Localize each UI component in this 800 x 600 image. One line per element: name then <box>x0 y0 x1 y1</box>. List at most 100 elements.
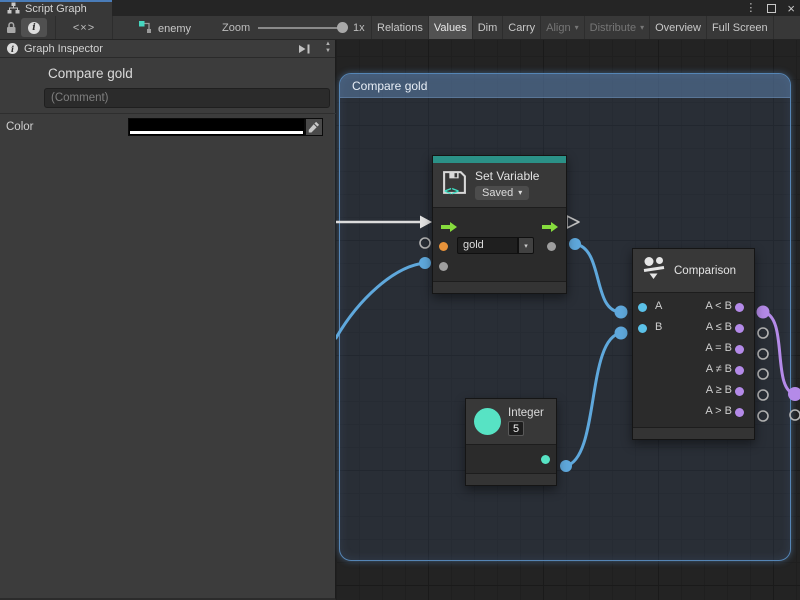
integer-out-port[interactable] <box>541 455 550 464</box>
relations-button[interactable]: Relations <box>371 16 429 39</box>
eyedropper-button[interactable] <box>305 118 323 136</box>
color-field-label: Color <box>6 121 33 133</box>
unconnected-port-circle[interactable] <box>790 410 800 420</box>
node-footer <box>466 473 556 485</box>
graph-name: enemy <box>158 23 191 35</box>
tab-bar: Script Graph ⋮ × <box>0 0 800 16</box>
graph-title: Compare gold <box>48 66 133 81</box>
node-title: Comparison <box>674 265 736 277</box>
zoom-value: 1x <box>353 22 365 34</box>
script-graph-asset-icon <box>138 20 152 37</box>
zoom-label: Zoom <box>222 22 250 34</box>
script-graph-tab-icon <box>7 2 20 17</box>
output-label: A ≠ B <box>706 363 732 375</box>
inspector-toggle-button[interactable]: i <box>21 18 47 37</box>
value-in-row <box>433 257 566 277</box>
overview-button[interactable]: Overview <box>650 16 707 39</box>
dim-button[interactable]: Dim <box>473 16 504 39</box>
integer-value-field[interactable]: 5 <box>508 421 524 436</box>
group-title: Compare gold <box>352 79 427 93</box>
color-alpha-bar <box>130 131 303 134</box>
integer-type-icon <box>474 408 501 435</box>
output-a-eq-b-port[interactable] <box>735 345 744 354</box>
info-icon: i <box>28 22 40 34</box>
node-set-variable[interactable]: <> Set Variable Saved ▾ <box>432 155 567 294</box>
set-variable-accent-bar <box>433 156 566 163</box>
node-footer <box>633 427 754 439</box>
output-a-lt-b-port[interactable] <box>735 303 744 312</box>
integer-body <box>466 445 556 473</box>
zoom-slider-handle[interactable] <box>337 22 348 33</box>
node-integer[interactable]: Integer 5 <box>465 398 557 486</box>
distribute-dropdown[interactable]: Distribute▾ <box>585 16 650 39</box>
window-menu-icon[interactable]: ⋮ <box>745 3 756 14</box>
scroll-down-icon: ▼ <box>325 48 331 55</box>
unity-script-graph-window: Script Graph ⋮ × i <×> <box>0 0 800 600</box>
eyedropper-icon <box>308 121 320 133</box>
graph-canvas[interactable]: Compare gold <box>336 40 800 600</box>
output-a-neq-b-port[interactable] <box>735 366 744 375</box>
comment-input[interactable] <box>44 88 330 108</box>
svg-text:<>: <> <box>444 183 459 196</box>
output-a-gt-b-port[interactable] <box>735 408 744 417</box>
dock-panel-icon[interactable] <box>298 44 311 57</box>
toolbar-separator <box>55 16 56 39</box>
lock-icon[interactable] <box>5 21 17 37</box>
node-title: Set Variable <box>475 169 539 183</box>
comparison-header: Comparison <box>633 249 754 293</box>
port-row: A ≠ B <box>633 360 754 381</box>
set-variable-header: <> Set Variable Saved ▾ <box>433 163 566 208</box>
section-divider <box>0 113 336 114</box>
graph-inspector-header: i Graph Inspector ▲ ▼ <box>0 40 335 58</box>
carry-button[interactable]: Carry <box>503 16 541 39</box>
output-label: A > B <box>705 405 732 417</box>
variable-name-port[interactable] <box>439 242 448 251</box>
toolbar-separator <box>112 16 113 39</box>
output-label: A < B <box>705 300 732 312</box>
chevron-down-icon: ▾ <box>575 24 579 32</box>
value-in-port[interactable] <box>439 262 448 271</box>
graph-reference[interactable]: enemy <box>138 20 191 37</box>
integer-header: Integer 5 <box>466 399 556 445</box>
port-row: B A ≤ B <box>633 318 754 339</box>
value-out-port[interactable] <box>547 242 556 251</box>
node-title: Integer <box>508 407 544 419</box>
pane-scroller[interactable]: ▲ ▼ <box>325 41 331 55</box>
input-a-port[interactable] <box>638 303 647 312</box>
group-title-bar[interactable]: Compare gold <box>340 74 790 98</box>
input-label: B <box>655 321 662 333</box>
tab-script-graph[interactable]: Script Graph <box>0 0 112 16</box>
align-dropdown[interactable]: Align▾ <box>541 16 584 39</box>
values-button[interactable]: Values <box>429 16 473 39</box>
output-label: A ≥ B <box>706 384 732 396</box>
tab-label: Script Graph <box>25 3 87 15</box>
graph-inspector-title: Graph Inspector <box>24 43 103 55</box>
port-row: A ≥ B <box>633 381 754 402</box>
output-label: A ≤ B <box>706 321 732 333</box>
variable-kind-dropdown[interactable]: Saved ▾ <box>475 186 529 200</box>
chevron-down-icon: ▾ <box>524 242 528 250</box>
info-icon: i <box>7 43 18 54</box>
color-swatch[interactable] <box>128 118 305 136</box>
output-label: A = B <box>705 342 732 354</box>
close-icon[interactable]: × <box>787 2 795 15</box>
control-flow-row <box>433 213 566 235</box>
fullscreen-button[interactable]: Full Screen <box>707 16 774 39</box>
set-variable-body: gold ▾ <box>433 208 566 281</box>
window-controls: ⋮ × <box>745 0 795 16</box>
comparison-body: A A < B B A ≤ B A = B A ≠ B <box>633 293 754 427</box>
maximize-icon[interactable] <box>767 4 776 13</box>
output-a-lte-b-port[interactable] <box>735 324 744 333</box>
variable-name-dropdown-button[interactable]: ▾ <box>518 237 534 254</box>
code-view-icon[interactable]: <×> <box>62 19 106 36</box>
graph-inspector-panel: i Graph Inspector ▲ ▼ Compare gold Color <box>0 40 336 600</box>
input-b-port[interactable] <box>638 324 647 333</box>
node-footer <box>433 281 566 293</box>
variable-name-row: gold ▾ <box>433 235 566 257</box>
node-comparison[interactable]: Comparison A A < B B A ≤ B A = B <box>632 248 755 440</box>
graph-toolbar: i <×> enemy Zoom 1x Relations Values Dim… <box>0 16 800 40</box>
variable-name-field[interactable]: gold <box>457 237 518 254</box>
balance-scale-icon <box>641 255 667 286</box>
zoom-slider[interactable] <box>258 27 344 29</box>
output-a-gte-b-port[interactable] <box>735 387 744 396</box>
